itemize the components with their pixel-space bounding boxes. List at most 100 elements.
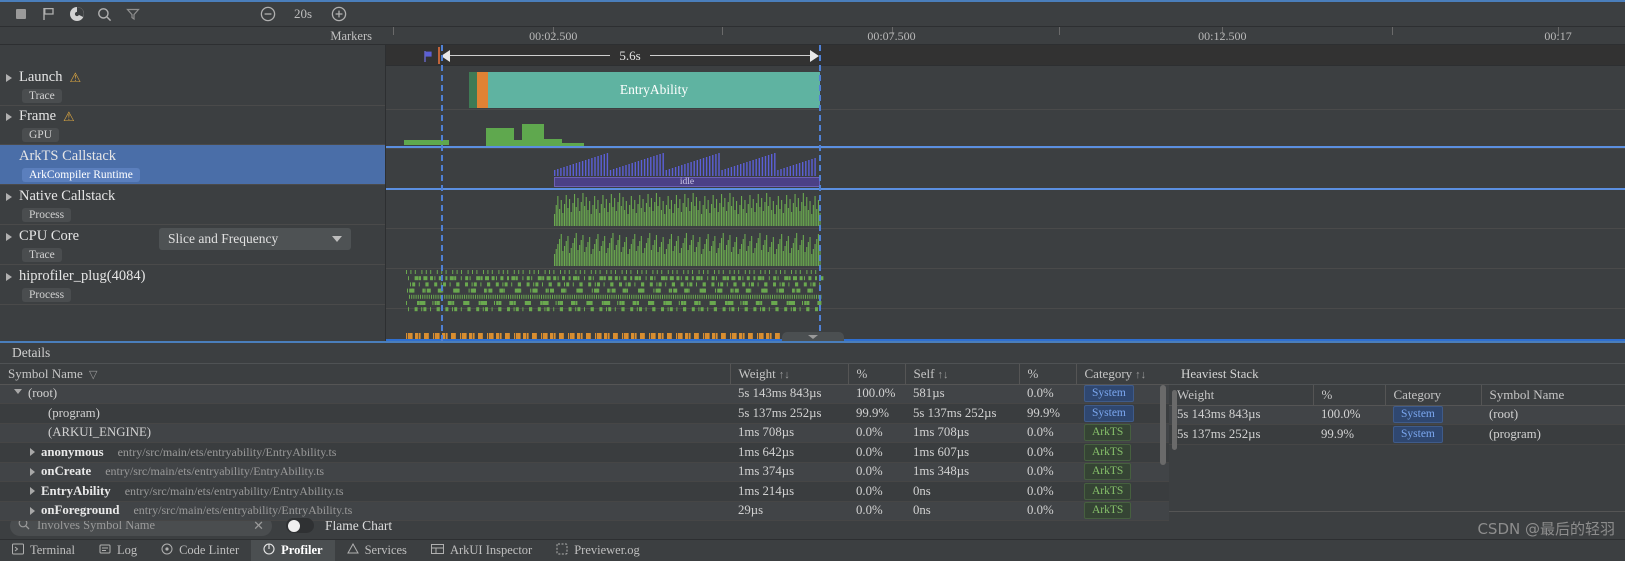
col-self[interactable]: Self ↑↓: [905, 364, 1020, 385]
flame-chart-toggle[interactable]: [286, 518, 314, 533]
hs-cell-weight: 5s 137ms 252µs: [1169, 424, 1313, 445]
idle-slice[interactable]: idle: [554, 177, 820, 187]
zoom-out-icon[interactable]: [259, 6, 276, 23]
col-symbol-name[interactable]: Symbol Name ▽: [0, 364, 731, 385]
hs-col-pct[interactable]: %: [1313, 385, 1386, 406]
hs-col-symbol-label: Symbol Name: [1489, 386, 1565, 402]
expand-caret-icon[interactable]: [6, 192, 12, 201]
track-label-launch[interactable]: Launch ⚠ Trace: [0, 66, 385, 106]
profiler-icon: [263, 542, 275, 559]
hs-cell-pct: 99.9%: [1313, 424, 1385, 445]
cell-self-pct: 0.0%: [1019, 442, 1076, 463]
track-chip-cpu-core[interactable]: Trace: [22, 248, 62, 262]
cell-category: ArkTS: [1076, 423, 1169, 443]
warning-icon[interactable]: ⚠: [63, 109, 75, 125]
selection-line-right[interactable]: [819, 45, 821, 341]
expand-caret-icon[interactable]: [6, 73, 12, 82]
col-weight[interactable]: Weight ↑↓: [730, 364, 849, 385]
expand-caret-icon[interactable]: [6, 112, 12, 121]
symbol-cell: anonymous entry/src/main/ets/entryability…: [8, 445, 722, 460]
statusbar-item-arkui-inspector[interactable]: ArkUI Inspector: [419, 540, 544, 561]
selection-range[interactable]: 5.6s: [441, 45, 819, 66]
search-icon[interactable]: [96, 6, 113, 23]
filter-icon-small[interactable]: ▽: [89, 369, 97, 381]
marker-flag-icon[interactable]: [424, 49, 432, 62]
warning-icon[interactable]: ⚠: [69, 70, 81, 86]
statusbar-item-code-linter[interactable]: Code Linter: [149, 540, 251, 561]
cell-weight: 1ms 214µs: [730, 481, 848, 502]
entry-ability-bar[interactable]: EntryAbility: [488, 72, 820, 108]
table-row[interactable]: onCreate entry/src/main/ets/entryability/…: [0, 462, 1169, 482]
cell-self: 5s 137ms 252µs: [905, 403, 1019, 424]
symbol-label: anonymous: [41, 444, 104, 459]
track-graph-column[interactable]: 5.6s EntryAbility idle: [386, 45, 1625, 341]
expand-triangle-icon[interactable]: [30, 487, 35, 496]
expand-triangle-icon[interactable]: [30, 448, 35, 457]
heaviest-stack-row[interactable]: 5s 143ms 843µs 100.0% System (root): [1169, 405, 1625, 425]
selection-start-marker[interactable]: [438, 47, 440, 64]
hiprofiler-slices: [406, 270, 824, 312]
expand-triangle-icon[interactable]: [30, 506, 35, 515]
statusbar-item-log[interactable]: Log: [87, 540, 149, 561]
symbol-table-scrollbar[interactable]: [1160, 385, 1166, 465]
selection-line-left[interactable]: [441, 45, 443, 341]
selection-ruler[interactable]: 5.6s: [386, 45, 1625, 66]
cell-self-pct: 0.0%: [1019, 481, 1076, 502]
track-title-row: Launch ⚠: [6, 66, 385, 86]
category-badge: System: [1393, 425, 1443, 443]
col-weight-pct[interactable]: %: [848, 364, 906, 385]
stop-icon[interactable]: [12, 6, 29, 23]
launch-marker-green: [469, 72, 477, 108]
collapse-triangle-icon[interactable]: [14, 389, 22, 398]
selection-duration-label: 5.6s: [619, 47, 641, 63]
table-row[interactable]: EntryAbility entry/src/main/ets/entryabil…: [0, 481, 1169, 502]
cell-self: 0ns: [905, 501, 1019, 521]
expand-triangle-icon[interactable]: [30, 467, 35, 476]
statusbar-item-previewer-log[interactable]: Previewer.og: [544, 540, 652, 561]
hs-col-symbol[interactable]: Symbol Name: [1481, 385, 1625, 406]
track-label-native-callstack[interactable]: Native Callstack Process: [0, 185, 385, 225]
track-label-hiprofiler-plug[interactable]: hiprofiler_plug(4084) Process: [0, 265, 385, 305]
range-line-right: [649, 55, 810, 56]
symbol-label: onCreate: [41, 464, 92, 479]
col-category[interactable]: Category ↑↓: [1076, 364, 1169, 385]
table-row[interactable]: anonymous entry/src/main/ets/entryability…: [0, 442, 1169, 463]
symbol-label: (program): [48, 405, 100, 420]
expand-caret-icon[interactable]: [6, 272, 12, 281]
hs-col-weight[interactable]: Weight: [1169, 385, 1314, 406]
flag-icon[interactable]: [40, 6, 57, 23]
details-collapse-handle[interactable]: [781, 332, 844, 341]
table-row[interactable]: onForeground entry/src/main/ets/entryabil…: [0, 501, 1169, 521]
symbol-label: EntryAbility: [41, 483, 111, 498]
table-row[interactable]: (root) 5s 143ms 843µs 100.0% 581µs 0.0% Syste…: [0, 384, 1169, 404]
expand-caret-icon[interactable]: [6, 232, 12, 241]
record-icon[interactable]: [68, 6, 85, 23]
time-ruler[interactable]: 00:02.500 00:07.500 00:12.500 00:17: [386, 27, 1625, 44]
track-chip-launch[interactable]: Trace: [22, 89, 62, 103]
heaviest-stack-scrollbar[interactable]: [1172, 390, 1177, 450]
hs-cell-category: System: [1385, 424, 1481, 445]
filter-icon[interactable]: [124, 6, 141, 23]
track-chip-native-callstack[interactable]: Process: [22, 208, 72, 222]
symbol-cell: onCreate entry/src/main/ets/entryability/…: [8, 464, 722, 479]
symbol-label: onForeground: [41, 503, 120, 518]
sort-icon: ↑↓: [937, 368, 949, 381]
track-chip-arkts-callstack[interactable]: ArkCompiler Runtime: [22, 168, 140, 182]
zoom-in-icon[interactable]: [330, 6, 347, 23]
cpu-core-mode-dropdown[interactable]: Slice and Frequency: [159, 228, 351, 250]
hs-col-category[interactable]: Category: [1385, 385, 1482, 406]
track-label-frame[interactable]: Frame ⚠ GPU: [0, 105, 385, 145]
hs-cell-pct: 100.0%: [1313, 405, 1385, 425]
table-row[interactable]: (ARKUI_ENGINE) 1ms 708µs 0.0% 1ms 708µs 0.0%…: [0, 423, 1169, 443]
track-label-cpu-core[interactable]: CPU Core Trace Slice and Frequency: [0, 225, 385, 265]
col-self-pct[interactable]: %: [1019, 364, 1077, 385]
track-chip-frame[interactable]: GPU: [22, 128, 60, 142]
linter-icon: [161, 543, 173, 559]
statusbar-item-services[interactable]: Services: [335, 540, 419, 561]
track-label-arkts-callstack[interactable]: ArkTS Callstack ArkCompiler Runtime: [0, 145, 385, 185]
statusbar-item-terminal[interactable]: Terminal: [0, 540, 87, 561]
track-chip-hiprofiler-plug[interactable]: Process: [22, 288, 72, 302]
table-row[interactable]: (program) 5s 137ms 252µs 99.9% 5s 137ms 252…: [0, 403, 1169, 424]
heaviest-stack-row[interactable]: 5s 137ms 252µs 99.9% System (program): [1169, 424, 1625, 445]
statusbar-item-profiler[interactable]: Profiler: [251, 540, 335, 561]
